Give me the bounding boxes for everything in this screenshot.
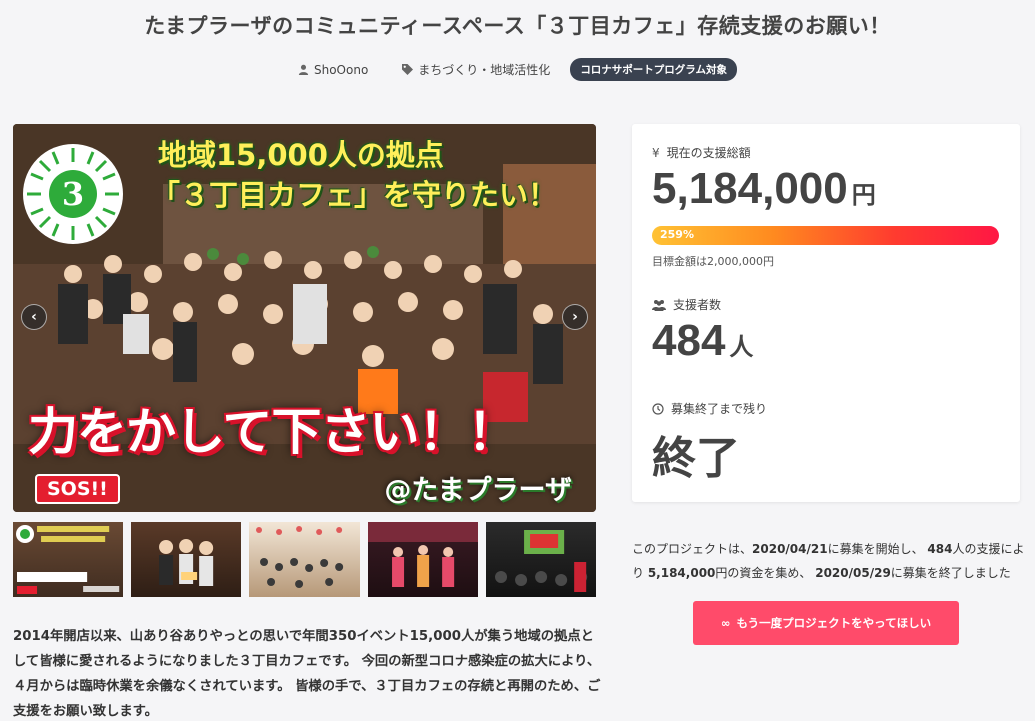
category-link[interactable]: まちづくり・地域活性化	[402, 61, 550, 78]
yen-icon: ¥	[652, 145, 660, 160]
request-again-button[interactable]: ∞ もう一度プロジェクトをやってほしい	[693, 601, 959, 645]
thumbnail-5[interactable]	[485, 522, 597, 597]
thumbnail-2[interactable]	[131, 522, 242, 597]
request-again-label: もう一度プロジェクトをやってほしい	[736, 616, 932, 630]
total-label-row: ¥ 現在の支援総額	[652, 144, 751, 161]
thumbnail-4[interactable]	[367, 522, 478, 597]
summary-text-5: に募集を終了しました	[890, 566, 1011, 580]
supporters-count: 484	[652, 316, 726, 365]
summary-text-1: このプロジェクトは、	[632, 542, 753, 556]
remaining-label-row: 募集終了まで残り	[652, 400, 767, 417]
logo-number: 3	[62, 175, 84, 213]
owner-name: ShoOono	[313, 62, 369, 77]
owner-link[interactable]: ShoOono	[298, 63, 368, 77]
summary-start-date: 2020/04/21	[752, 542, 828, 556]
supporters-unit: 人	[729, 334, 754, 361]
category-name: まちづくり・地域活性化	[418, 63, 551, 77]
summary-amount: 5,184,000	[647, 566, 716, 580]
remaining-value: 終了	[652, 434, 740, 483]
total-amount: 5,184,000	[652, 164, 848, 213]
chevron-left-icon: ‹	[31, 309, 37, 325]
users-icon	[652, 299, 666, 311]
carousel-next-button[interactable]: ›	[562, 304, 588, 330]
total-amount-row: 5,184,000 円	[652, 164, 876, 214]
supporters-label-row: 支援者数	[652, 296, 721, 313]
thumbnail-1[interactable]	[13, 522, 124, 597]
project-description: 2014年開店以来、山あり谷ありやっとの思いで年間350イベント15,000人が…	[13, 629, 601, 719]
infinity-icon: ∞	[720, 616, 731, 630]
sos-badge: SOS!!	[35, 474, 120, 504]
hero-headline-2: 「３丁目カフェ」を守りたい！	[151, 178, 558, 212]
remaining-label: 募集終了まで残り	[671, 402, 768, 416]
summary-text-4: 円の資金を集め、	[715, 566, 816, 580]
hero-image[interactable]: 3 地域15,000人の拠点 「３丁目カフェ」を守りたい！ 力をかして下さい！！…	[13, 124, 596, 512]
supporters-row: 484 人	[652, 316, 753, 366]
project-summary: このプロジェクトは、2020/04/21に募集を開始し、 484人の支援により …	[632, 537, 1027, 585]
hero-location-tag: @たまプラーザ	[384, 475, 572, 506]
total-unit: 円	[851, 182, 876, 209]
hero-main-text: 力をかして下さい！！	[28, 403, 517, 461]
carousel-prev-button[interactable]: ‹	[21, 304, 47, 330]
cafe-logo: 3	[23, 144, 123, 244]
tag-icon	[402, 64, 414, 75]
summary-end-date: 2020/05/29	[815, 566, 891, 580]
progress-percent: 259%	[660, 228, 694, 241]
total-label: 現在の支援総額	[666, 146, 751, 160]
goal-amount: 目標金額は2,000,000円	[652, 255, 774, 268]
thumbnail-strip	[13, 522, 597, 597]
summary-text-2: に募集を開始し、	[827, 542, 928, 556]
supporters-label: 支援者数	[673, 298, 722, 312]
user-icon	[298, 64, 309, 75]
project-title: たまプラーザのコミュニティースペース「３丁目カフェ」存続支援のお願い！	[144, 14, 891, 38]
summary-supporters: 484	[927, 542, 953, 556]
hero-headline-1: 地域15,000人の拠点	[158, 138, 444, 172]
funding-stats-card: ¥ 現在の支援総額 5,184,000 円 259% 目標金額は2,000,000…	[632, 124, 1020, 502]
thumbnail-3[interactable]	[249, 522, 360, 597]
program-badge[interactable]: コロナサポートプログラム対象	[570, 58, 737, 81]
clock-icon	[652, 402, 664, 415]
chevron-right-icon: ›	[572, 309, 578, 325]
project-meta: ShoOono まちづくり・地域活性化 コロナサポートプログラム対象	[0, 58, 1035, 81]
progress-bar: 259%	[652, 226, 999, 245]
